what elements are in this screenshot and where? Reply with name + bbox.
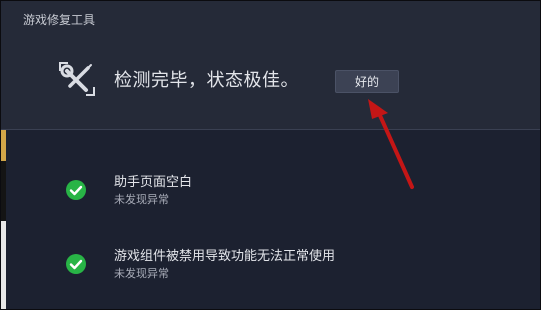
result-item-blank-page: 助手页面空白 未发现异常	[1, 169, 540, 213]
status-message: 检测完毕，状态极佳。	[114, 70, 299, 91]
result-title: 助手页面空白	[114, 175, 193, 190]
wrench-screwdriver-icon	[57, 59, 97, 99]
green-check-icon	[65, 179, 87, 201]
result-title: 游戏组件被禁用导致功能无法正常使用	[114, 249, 336, 264]
status-header: 游戏修复工具 检测完毕，状态极佳。 好的	[1, 1, 540, 189]
result-status: 未发现异常	[114, 193, 169, 206]
window-title: 游戏修复工具	[23, 13, 96, 27]
result-status: 未发现异常	[114, 267, 169, 280]
ok-button[interactable]: 好的	[335, 70, 399, 93]
green-check-icon	[65, 253, 87, 275]
repair-tool-window: 游戏修复工具 检测完毕，状态极佳。 好的 助手页面空白 未发现异常 游戏组件被禁…	[0, 0, 541, 310]
result-item-component-disabled: 游戏组件被禁用导致功能无法正常使用 未发现异常	[1, 243, 540, 287]
